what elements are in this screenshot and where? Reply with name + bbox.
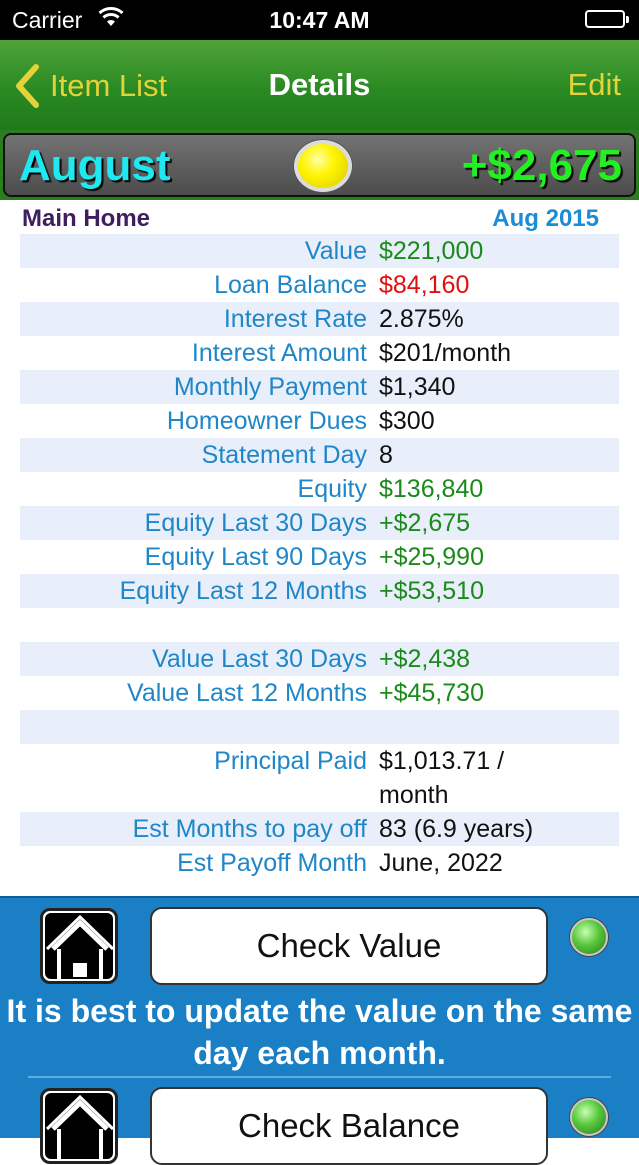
details-list: Value $221,000 Loan Balance $84,160 Inte… xyxy=(20,234,619,880)
row-label: Value Last 12 Months xyxy=(127,679,367,707)
page-title: Details xyxy=(268,67,371,102)
row-value-text: +$53,510 xyxy=(379,577,484,605)
row-value-text: $84,160 xyxy=(379,271,470,299)
row-label: Value Last 30 Days xyxy=(152,645,367,673)
row-label: Homeowner Dues xyxy=(166,407,367,435)
row-value-text: $1,013.71 / month xyxy=(379,744,619,812)
row-label: Principal Paid xyxy=(214,747,367,775)
update-tip: It is best to update the value on the sa… xyxy=(6,993,633,1071)
divider xyxy=(28,1076,611,1078)
row-value-text: 8 xyxy=(379,441,393,469)
row-value-text: +$25,990 xyxy=(379,543,484,571)
row-label: Equity Last 90 Days xyxy=(144,543,367,571)
status-bar: Carrier 10:47 AM xyxy=(0,0,639,40)
row-value-text: $300 xyxy=(379,407,435,435)
row-value-line: month xyxy=(379,781,449,809)
row-value-text: June, 2022 xyxy=(379,849,503,877)
row-est-payoff-month: Est Payoff Month June, 2022 xyxy=(20,846,619,880)
row-value-text: +$2,438 xyxy=(379,645,471,673)
row-value-text: $136,840 xyxy=(379,475,484,503)
row-label: Value xyxy=(304,237,367,265)
row-label: Est Payoff Month xyxy=(177,849,367,877)
edit-button[interactable]: Edit xyxy=(568,67,621,103)
row-value-text: 83 (6.9 years) xyxy=(379,815,534,843)
item-date: Aug 2015 xyxy=(492,205,599,232)
row-value-line: $1,013.71 / xyxy=(379,747,505,775)
row-label: Monthly Payment xyxy=(173,373,367,401)
row-statement-day: Statement Day 8 xyxy=(20,438,619,472)
row-value-text: $221,000 xyxy=(379,237,484,265)
row-label: Interest Rate xyxy=(223,305,367,333)
row-label: Equity xyxy=(297,475,367,503)
row-label: Est Months to pay off xyxy=(132,815,367,843)
led-icon xyxy=(570,918,608,956)
month-change-value: +$2,675 xyxy=(461,141,622,190)
row-value-text: $1,340 xyxy=(379,373,456,401)
row-label: Interest Amount xyxy=(191,339,367,367)
battery-icon xyxy=(585,10,629,28)
navigation-bar: Item List Details Edit xyxy=(0,40,639,130)
row-homeowner-dues: Homeowner Dues $300 xyxy=(20,404,619,438)
row-value: Value $221,000 xyxy=(20,234,619,268)
check-balance-button[interactable]: Check Balance xyxy=(150,1087,548,1165)
row-est-months: Est Months to pay off 83 (6.9 years) xyxy=(20,812,619,846)
row-value-30-days: Value Last 30 Days +$2,438 xyxy=(20,642,619,676)
status-light-icon xyxy=(294,140,352,192)
row-equity-12-months: Equity Last 12 Months +$53,510 xyxy=(20,574,619,608)
month-summary-bar: August +$2,675 xyxy=(0,130,639,200)
status-time: 10:47 AM xyxy=(269,7,370,33)
row-spacer xyxy=(20,608,619,642)
row-monthly-payment: Monthly Payment $1,340 xyxy=(20,370,619,404)
row-interest-amount: Interest Amount $201/month xyxy=(20,336,619,370)
row-equity-90-days: Equity Last 90 Days +$25,990 xyxy=(20,540,619,574)
row-value-text: +$2,675 xyxy=(379,509,471,537)
month-label: August xyxy=(19,141,171,190)
row-interest-rate: Interest Rate 2.875% xyxy=(20,302,619,336)
row-label: Statement Day xyxy=(201,441,367,469)
row-spacer xyxy=(20,710,619,744)
house-button[interactable] xyxy=(40,1088,118,1164)
row-label: Equity Last 30 Days xyxy=(144,509,367,537)
row-label: Loan Balance xyxy=(214,271,367,299)
row-value-text: 2.875% xyxy=(379,305,464,333)
row-principal-paid: Principal Paid $1,013.71 / month xyxy=(20,744,619,812)
row-equity: Equity $136,840 xyxy=(20,472,619,506)
row-value-12-months: Value Last 12 Months +$45,730 xyxy=(20,676,619,710)
row-value-text: +$45,730 xyxy=(379,679,484,707)
house-icon xyxy=(45,914,115,979)
item-name: Main Home xyxy=(22,205,151,232)
check-value-button[interactable]: Check Value xyxy=(150,907,548,985)
row-equity-30-days: Equity Last 30 Days +$2,675 xyxy=(20,506,619,540)
row-loan-balance: Loan Balance $84,160 xyxy=(20,268,619,302)
item-header: Main Home Aug 2015 xyxy=(0,201,639,233)
row-label: Equity Last 12 Months xyxy=(119,577,367,605)
row-value-text: $201/month xyxy=(379,339,512,367)
house-button[interactable] xyxy=(40,908,118,984)
house-icon xyxy=(45,1094,115,1159)
led-icon xyxy=(570,1098,608,1136)
